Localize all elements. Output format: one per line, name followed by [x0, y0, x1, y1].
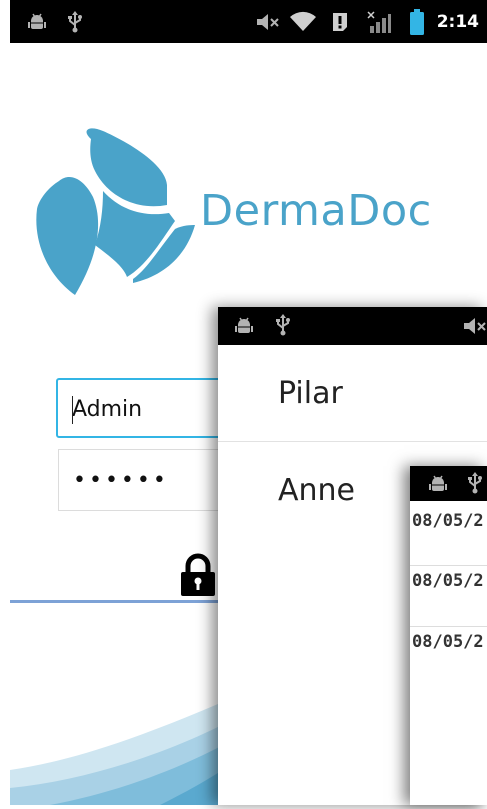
password-value: •••••• [73, 468, 169, 493]
lock-icon[interactable] [178, 553, 218, 597]
visit-date: 08/05/2 [412, 632, 484, 652]
signal-off-icon [366, 0, 392, 43]
usb-icon [466, 472, 484, 498]
list-divider [410, 626, 487, 627]
app-logo [35, 125, 195, 300]
list-item[interactable]: Pilar [218, 345, 487, 442]
visit-date: 08/05/2 [412, 571, 484, 591]
usb-icon [274, 314, 292, 340]
volume-muted-icon [254, 0, 282, 43]
decorative-waves [10, 690, 250, 805]
wifi-icon [288, 0, 318, 43]
volume-muted-icon [462, 316, 487, 340]
list-divider [410, 565, 487, 566]
android-debug-icon [234, 316, 254, 340]
android-debug-icon [24, 0, 50, 43]
alert-icon [328, 0, 352, 43]
text-cursor [72, 396, 73, 424]
status-time: 2:14 [436, 12, 479, 32]
patient-name: Pilar [278, 376, 343, 411]
list-item[interactable]: 08/05/2 [410, 571, 487, 631]
list-item[interactable]: 08/05/2 [410, 511, 487, 571]
brand-name: DermaDoc [200, 186, 432, 236]
usb-icon [62, 0, 88, 43]
visit-list-screen: 08/05/2 08/05/2 08/05/2 [410, 466, 487, 805]
visit-date: 08/05/2 [412, 511, 484, 531]
username-value: Admin [72, 397, 143, 422]
android-debug-icon [428, 474, 448, 498]
status-bar [218, 307, 487, 345]
status-bar [410, 466, 487, 501]
status-bar: 2:14 [10, 0, 487, 43]
battery-icon [406, 0, 428, 43]
login-divider [10, 600, 250, 603]
patient-name: Anne [278, 473, 356, 508]
list-item[interactable]: 08/05/2 [410, 632, 487, 692]
